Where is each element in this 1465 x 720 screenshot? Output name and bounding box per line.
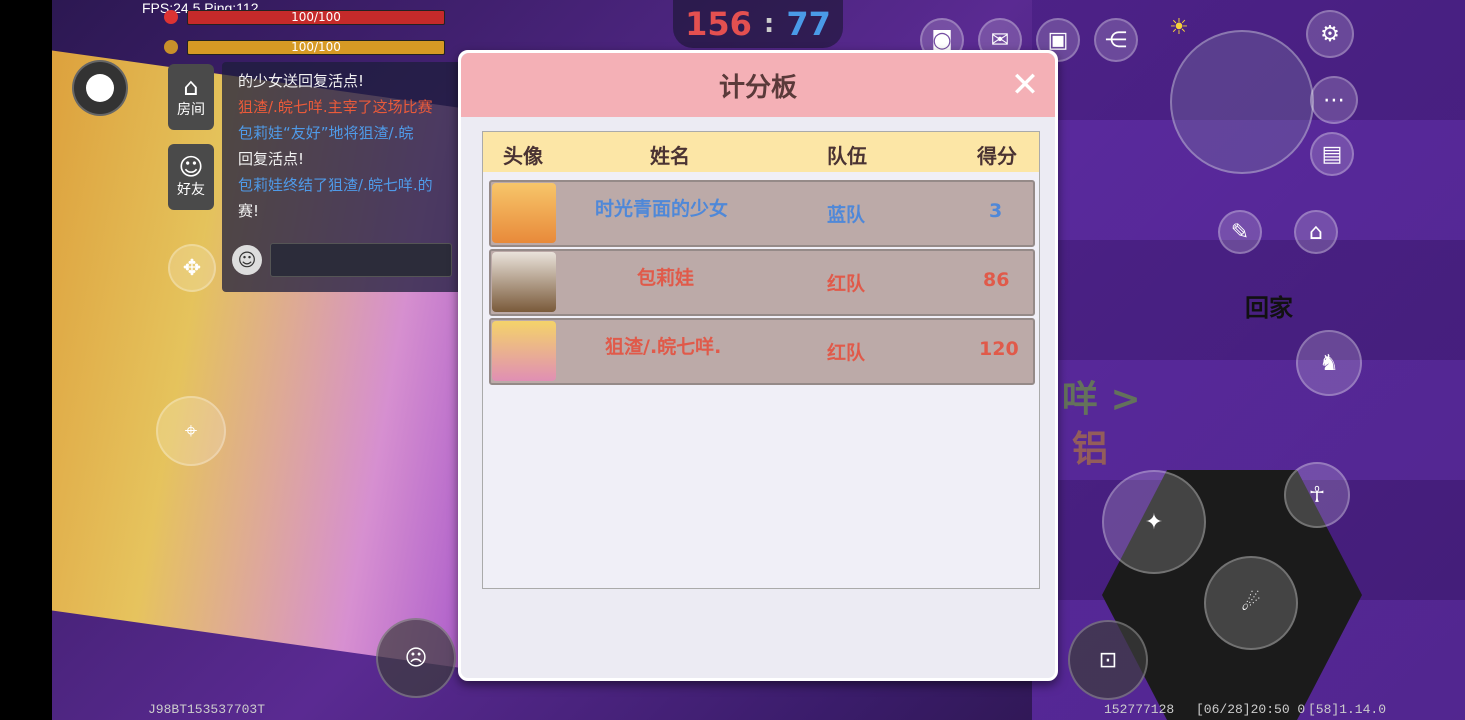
chat-line: 包莉娃“友好”地将狙渣/.皖: [238, 124, 414, 142]
settings-button[interactable]: ⚙: [1306, 10, 1354, 58]
house-icon: ⌂: [1309, 219, 1323, 245]
chat-panel: 的少女送回复活点! 狙渣/.皖七咩.主宰了这场比赛 包莉娃“友好”地将狙渣/.皖…: [222, 62, 462, 292]
share-button[interactable]: ⋲: [1094, 18, 1138, 62]
device-code: J98BT153537703T: [148, 702, 266, 717]
health-label: 100/100: [291, 10, 341, 24]
house-button[interactable]: ⌂: [1294, 210, 1338, 254]
nameplate-faded: 咩 >: [1062, 379, 1141, 420]
cat-face-icon: ☺: [178, 153, 204, 181]
gear-icon: ⚙: [1320, 21, 1340, 47]
close-icon: ✕: [1010, 65, 1040, 105]
room-label: 房间: [177, 102, 205, 118]
emoji-icon[interactable]: ☺: [232, 245, 262, 275]
shop-bag-icon: ▣: [1047, 27, 1069, 53]
scoreboard-title: 计分板: [718, 73, 797, 103]
chat-face-button[interactable]: ☹: [376, 618, 456, 698]
lock-button[interactable]: ⊡: [1068, 620, 1148, 700]
player-team: 蓝队: [827, 204, 866, 226]
col-name: 姓名: [650, 144, 690, 168]
hunger-icon: [164, 40, 178, 54]
share-icon: ⋲: [1105, 27, 1127, 53]
room-button[interactable]: ⌂ 房间: [168, 64, 214, 130]
col-avatar: 头像: [503, 144, 543, 168]
speech-icon: ✎: [1230, 219, 1250, 245]
pet-button[interactable]: ♞: [1296, 330, 1362, 396]
table-row: 时光青面的少女 蓝队 3: [489, 180, 1035, 247]
close-button[interactable]: ✕: [1007, 65, 1043, 105]
room-code: 152777128: [1104, 702, 1175, 717]
friends-button[interactable]: ☺ 好友: [168, 144, 214, 210]
person-icon: ☥: [1308, 482, 1326, 508]
dog-icon: ♞: [1319, 350, 1339, 376]
hunger-bar: 100/100: [187, 40, 445, 55]
player-score: 120: [979, 338, 1019, 360]
notebook-button[interactable]: ▤: [1310, 132, 1354, 176]
go-home-label[interactable]: 回家: [1245, 288, 1293, 323]
sun-icon: ☀: [1169, 14, 1189, 40]
jump-icon: ☄: [1241, 590, 1261, 616]
aim-button[interactable]: ⌖: [156, 396, 226, 466]
friends-label: 好友: [177, 182, 205, 198]
face-icon: ☹: [404, 645, 428, 671]
table-row: 狙渣/.皖七咩. 红队 120: [489, 318, 1035, 385]
player-score: 3: [989, 200, 1003, 222]
move-button[interactable]: ✥: [168, 244, 216, 292]
record-button[interactable]: [72, 60, 128, 116]
scoreboard-header: 计分板 ✕: [461, 53, 1055, 117]
hunger-label: 100/100: [291, 40, 341, 54]
player-team: 红队: [827, 273, 866, 295]
lock-icon: ⊡: [1098, 647, 1118, 673]
more-button[interactable]: ⋯: [1310, 76, 1358, 124]
notebook-icon: ▤: [1321, 141, 1343, 167]
player-name: 包莉娃: [637, 267, 695, 289]
chat-line: 的少女送回复活点!: [238, 72, 365, 90]
chat-input-row: ☺: [232, 240, 452, 280]
scoreboard-table: 头像 姓名 队伍 得分 时光青面的少女 蓝队 3 包莉娃 红队 86 狙渣/.皖…: [482, 131, 1040, 589]
timestamp: [06/28]20:50 0: [1196, 702, 1306, 717]
player-name: 时光青面的少女: [595, 198, 729, 220]
scoreboard-dialog: 计分板 ✕ 头像 姓名 队伍 得分 时光青面的少女 蓝队 3 包莉娃 红队 86…: [458, 50, 1058, 681]
player-score: 86: [983, 269, 1010, 291]
player-team: 红队: [827, 342, 866, 364]
team-score: 156 : 77: [673, 0, 843, 48]
record-dot-icon: [86, 74, 114, 102]
table-header: 头像 姓名 队伍 得分: [483, 132, 1039, 172]
more-dots-icon: ⋯: [1323, 87, 1345, 113]
gun-icon: ✦: [1144, 509, 1164, 535]
jump-button[interactable]: ☄: [1204, 556, 1298, 650]
red-score: 156: [685, 5, 752, 43]
crosshair-icon: ⌖: [184, 418, 198, 444]
col-team: 队伍: [827, 144, 867, 168]
chat-line: 狙渣/.皖七咩.主宰了这场比赛: [238, 98, 433, 116]
action-button[interactable]: ☥: [1284, 462, 1350, 528]
col-score: 得分: [977, 144, 1017, 168]
move-arrows-icon: ✥: [182, 255, 202, 281]
chat-line: 包莉娃终结了狙渣/.皖七咩.的: [238, 176, 433, 194]
home-icon: ⌂: [183, 73, 199, 101]
camera-icon: ◙: [931, 27, 953, 53]
chat-bubble-icon: ✉: [990, 27, 1010, 53]
chat-line: 赛!: [238, 202, 260, 220]
version: [58]1.14.0: [1308, 702, 1387, 717]
player-name: 狙渣/.皖七咩.: [605, 336, 722, 358]
avatar: [492, 321, 556, 381]
table-row: 包莉娃 红队 86: [489, 249, 1035, 316]
speech-button[interactable]: ✎: [1218, 210, 1262, 254]
minimap[interactable]: [1170, 30, 1314, 174]
heart-icon: [164, 10, 178, 24]
blue-score: 77: [786, 5, 831, 43]
chat-input[interactable]: [270, 243, 452, 277]
nameplate-faded-2: 铝: [1072, 429, 1109, 470]
health-bar: 100/100: [187, 10, 445, 25]
avatar: [492, 183, 556, 243]
chat-line: 回复活点!: [238, 150, 305, 168]
shoot-button[interactable]: ✦: [1102, 470, 1206, 574]
score-separator: :: [763, 9, 775, 39]
avatar: [492, 252, 556, 312]
